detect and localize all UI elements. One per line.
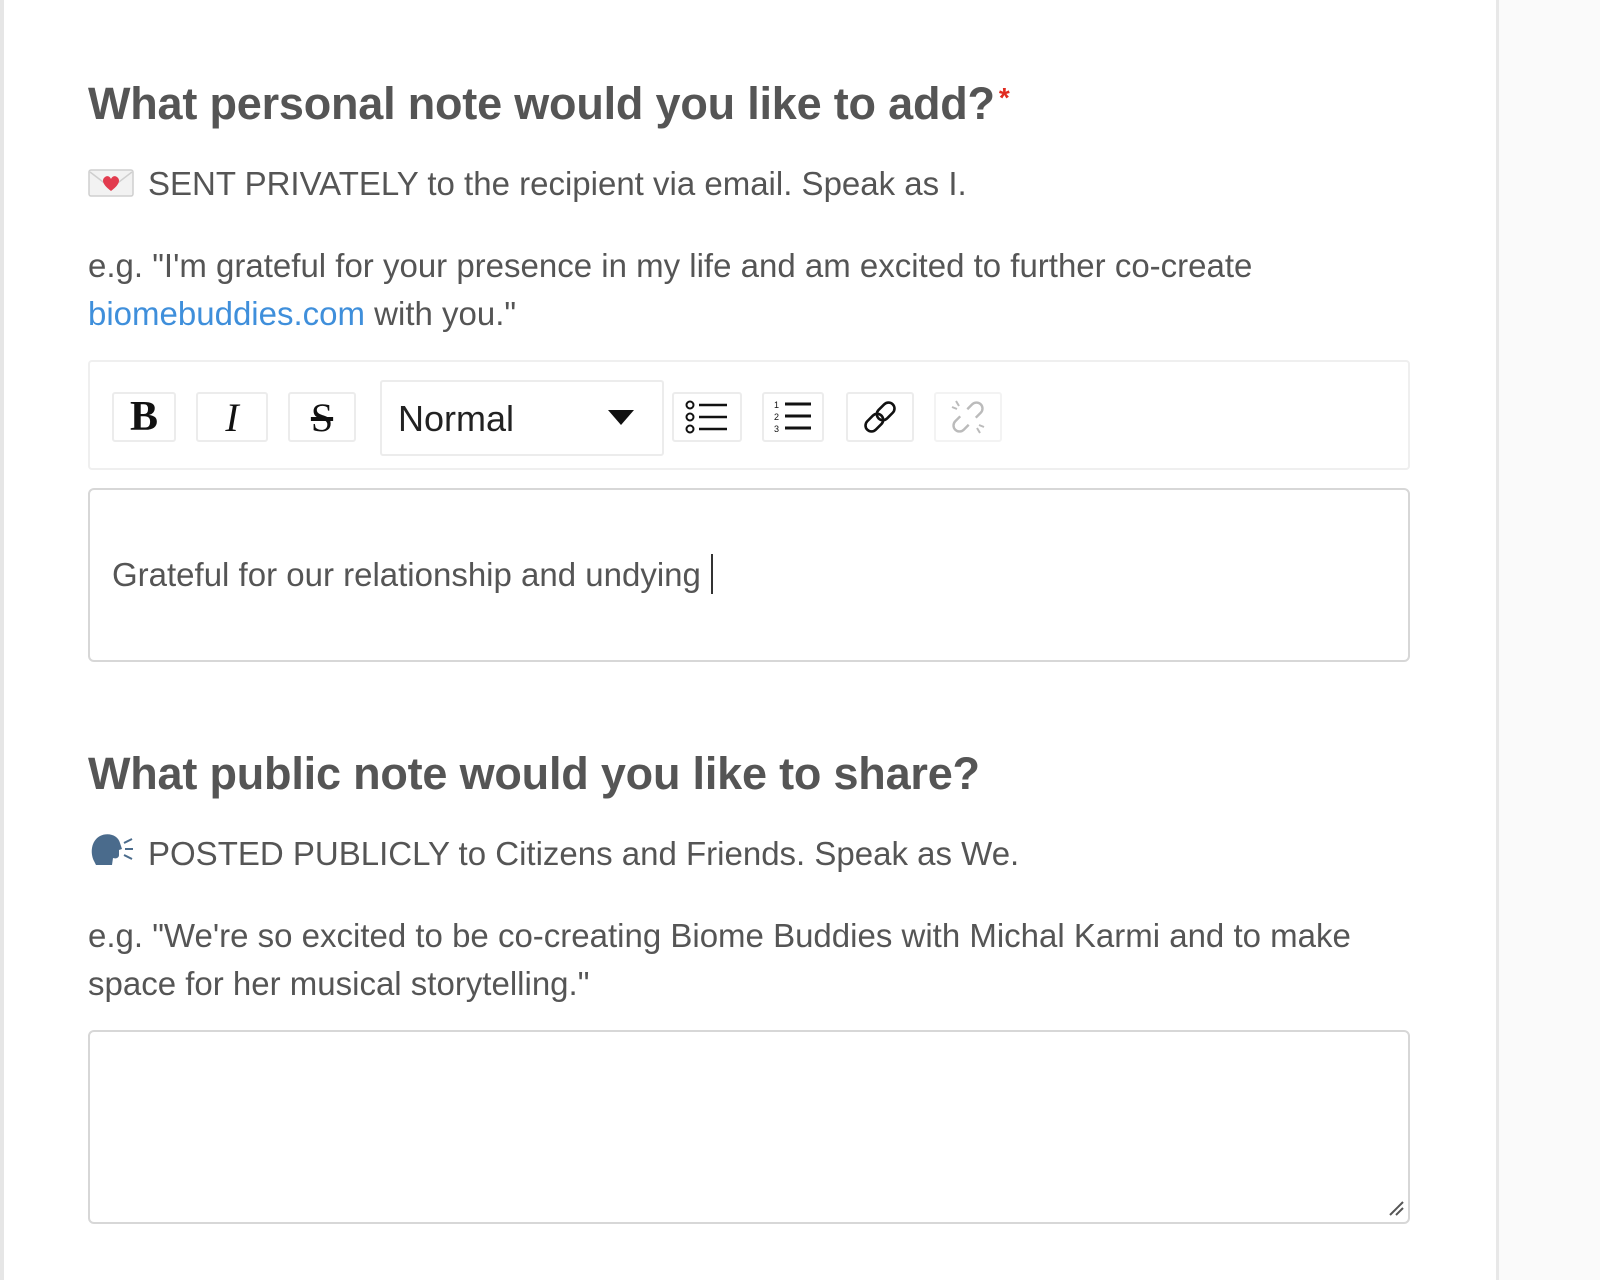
personal-note-instruction-text: SENT PRIVATELY to the recipient via emai…	[148, 165, 967, 202]
love-letter-icon	[88, 164, 134, 197]
resize-handle-icon[interactable]	[1386, 1198, 1404, 1216]
svg-text:2: 2	[774, 412, 779, 422]
personal-note-value: Grateful for our relationship and undyin…	[112, 556, 701, 593]
italic-label: I	[225, 394, 239, 440]
ordered-list-button[interactable]: 1 2 3	[762, 392, 824, 442]
personal-example-suffix: with you."	[365, 295, 517, 332]
public-note-example: e.g. "We're so excited to be co-creating…	[88, 917, 1351, 1002]
personal-note-title: What personal note would you like to add…	[88, 76, 1010, 132]
public-note-textarea[interactable]	[88, 1030, 1410, 1224]
rich-text-toolbar: B I S Normal 1 2 3	[88, 360, 1410, 470]
right-side-panel	[1496, 0, 1600, 1280]
public-note-instruction: POSTED PUBLICLY to Citizens and Friends.…	[88, 830, 1019, 878]
personal-note-example: e.g. "I'm grateful for your presence in …	[88, 242, 1318, 338]
bullet-list-icon	[685, 400, 727, 434]
public-note-instruction-text: POSTED PUBLICLY to Citizens and Friends.…	[148, 835, 1020, 872]
text-cursor	[710, 554, 713, 594]
unlink-icon	[951, 400, 985, 434]
page: What personal note would you like to add…	[0, 0, 1600, 1280]
text-format-value: Normal	[398, 398, 515, 439]
svg-text:1: 1	[774, 400, 779, 410]
unlink-button[interactable]	[934, 392, 1002, 442]
bullet-list-button[interactable]	[672, 392, 742, 442]
svg-text:3: 3	[774, 424, 779, 434]
bold-label: B	[129, 394, 158, 440]
personal-example-text: e.g. "I'm grateful for your presence in …	[88, 247, 1253, 284]
text-format-select[interactable]: Normal	[380, 380, 664, 456]
italic-button[interactable]: I	[196, 392, 268, 442]
personal-note-editor-text: Grateful for our relationship and undyin…	[112, 554, 713, 594]
personal-note-instruction: SENT PRIVATELY to the recipient via emai…	[88, 160, 967, 208]
ordered-list-icon: 1 2 3	[774, 400, 811, 434]
personal-note-editor[interactable]: Grateful for our relationship and undyin…	[88, 488, 1410, 662]
strikethrough-button[interactable]: S	[288, 392, 356, 442]
public-note-title: What public note would you like to share…	[88, 748, 980, 799]
speaking-head-icon	[88, 831, 134, 865]
link-button[interactable]	[846, 392, 914, 442]
link-icon	[864, 401, 896, 433]
strikethrough-label: S	[310, 394, 334, 440]
bold-button[interactable]: B	[112, 392, 176, 442]
biomebuddies-link[interactable]: biomebuddies.com	[88, 295, 365, 332]
chevron-down-icon	[608, 410, 634, 425]
left-border	[0, 0, 4, 1280]
required-asterisk: *	[998, 82, 1010, 113]
personal-note-title-text: What personal note would you like to add…	[88, 78, 995, 129]
